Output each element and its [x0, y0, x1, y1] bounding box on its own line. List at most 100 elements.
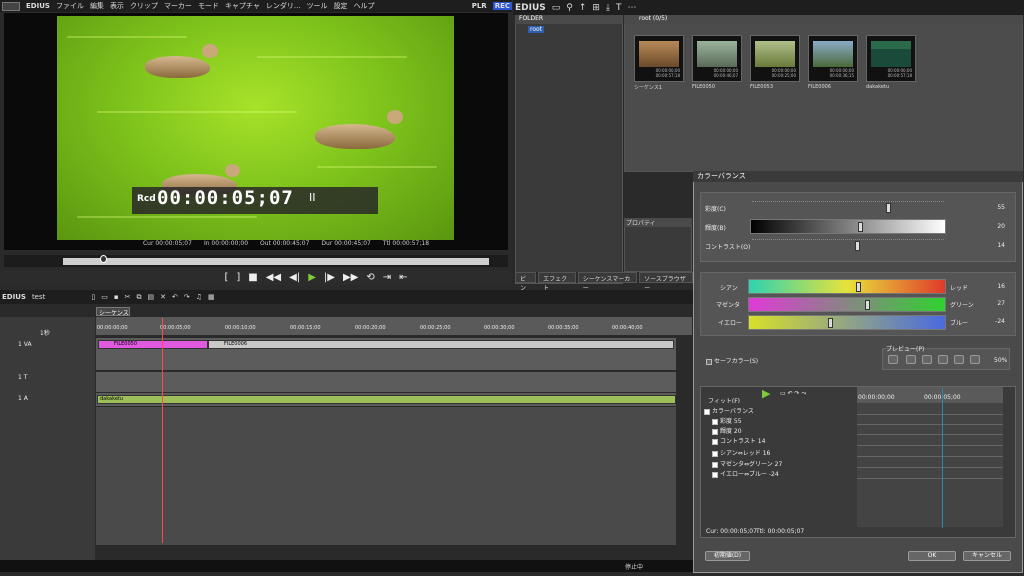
fast-forward-icon[interactable]: ▶▶	[343, 272, 358, 283]
clip-thumbnail[interactable]: 00:00:00;00 00:00:57;18	[866, 35, 916, 82]
magenta-green-slider[interactable]	[748, 297, 946, 312]
loop-icon[interactable]: ⟲	[366, 272, 374, 283]
tab-source-browser[interactable]: ソースブラウザー	[639, 272, 694, 292]
preview-mode-button[interactable]	[922, 355, 932, 364]
folder-root[interactable]: root	[528, 26, 545, 33]
position-slider-knob[interactable]	[100, 255, 107, 263]
clip-thumbnail[interactable]: 00:00:00;00 00:00:46;07	[692, 35, 742, 82]
title-icon[interactable]: T	[616, 3, 622, 13]
clip-thumbnail[interactable]: 00:00:00;00 00:00:36;15	[808, 35, 858, 82]
position-slider[interactable]	[63, 258, 489, 265]
menu-settings[interactable]: 設定	[334, 1, 348, 11]
stop-icon[interactable]: ■	[248, 272, 257, 283]
yellow-blue-knob[interactable]	[828, 318, 833, 328]
search-icon[interactable]: ⚲	[566, 3, 573, 13]
keyframe-play-icon[interactable]: ▶	[762, 387, 770, 400]
playhead[interactable]	[162, 318, 163, 543]
contrast-value[interactable]: 14	[991, 242, 1005, 249]
new-folder-icon[interactable]: ⊞	[592, 3, 600, 13]
menu-tools[interactable]: ツール	[307, 1, 328, 11]
up-icon[interactable]: ↑	[579, 3, 587, 13]
tree-row[interactable]: コントラスト 14	[712, 436, 765, 445]
tree-row[interactable]: マゼンタ⇔グリーン 27	[712, 459, 782, 468]
tab-sequence-markers[interactable]: シーケンスマーカー	[577, 272, 638, 292]
bin-more-icon[interactable]: ⋯	[627, 3, 636, 13]
import-icon[interactable]: ⤓	[606, 3, 610, 13]
yellow-blue-value[interactable]: -24	[991, 318, 1005, 325]
cyan-red-slider[interactable]	[748, 279, 946, 294]
brightness-knob[interactable]	[858, 222, 863, 232]
saturation-value[interactable]: 55	[991, 204, 1005, 211]
preview-mode-button[interactable]	[906, 355, 916, 364]
render-icon[interactable]: ▦	[208, 293, 215, 301]
cut-icon[interactable]: ✂	[125, 293, 131, 301]
menu-view[interactable]: 表示	[110, 1, 124, 11]
tree-row[interactable]: イエロー⇔ブルー -24	[712, 469, 779, 478]
magenta-green-value[interactable]: 27	[991, 300, 1005, 307]
track-label-va[interactable]: 1 VA	[18, 341, 32, 348]
preview-mode-button[interactable]	[970, 355, 980, 364]
reset-button[interactable]: 初期値(D)	[705, 551, 750, 561]
step-back-icon[interactable]: ◀|	[289, 272, 300, 283]
tree-row[interactable]: シアン⇔レッド 16	[712, 448, 770, 457]
keyframe-grid[interactable]	[857, 403, 1003, 527]
copy-icon[interactable]: ⧉	[137, 293, 142, 302]
menu-file[interactable]: ファイル	[56, 1, 84, 11]
mic-icon[interactable]: ♫	[196, 293, 202, 301]
overwrite-icon[interactable]: ⇤	[399, 272, 407, 283]
audio-clip-dakaketu[interactable]: dakaketu	[97, 395, 676, 404]
keyframe-cursor[interactable]	[942, 388, 943, 528]
menu-marker[interactable]: マーカー	[164, 1, 192, 11]
preview-mode-button[interactable]	[954, 355, 964, 364]
clip-thumbnail[interactable]: 00:00:00;00 00:00:25;00	[750, 35, 800, 82]
ok-button[interactable]: OK	[908, 551, 956, 561]
preview-mode-button[interactable]	[938, 355, 948, 364]
rewind-icon[interactable]: ◀◀	[266, 272, 281, 283]
menu-capture[interactable]: キャプチャ	[225, 1, 260, 11]
cyan-red-knob[interactable]	[856, 282, 861, 292]
tree-row[interactable]: 輝度 20	[712, 426, 742, 435]
brightness-value[interactable]: 20	[991, 223, 1005, 230]
menu-render[interactable]: レンダリ...	[266, 1, 301, 11]
track-label-t[interactable]: 1 T	[18, 374, 27, 381]
set-in-icon[interactable]: [	[224, 272, 228, 283]
paste-icon[interactable]: ▤	[148, 293, 155, 301]
timeline-empty-area[interactable]	[96, 407, 676, 545]
keyframe-nav-icon[interactable]: ▭ ↶ ↷ ⤳	[780, 390, 806, 398]
redo-icon[interactable]: ↷	[184, 293, 190, 301]
yellow-blue-slider[interactable]	[748, 315, 946, 330]
set-out-icon[interactable]: ]	[236, 272, 240, 283]
insert-icon[interactable]: ⇥	[383, 272, 391, 283]
plr-toggle[interactable]: PLR	[472, 2, 487, 10]
cyan-red-value[interactable]: 16	[991, 283, 1005, 290]
magenta-green-knob[interactable]	[865, 300, 870, 310]
new-icon[interactable]: ▯	[91, 293, 95, 301]
menu-help[interactable]: ヘルプ	[354, 1, 375, 11]
preview-mode-button[interactable]	[888, 355, 898, 364]
undo-icon[interactable]: ↶	[172, 293, 178, 301]
save-icon[interactable]: ▪	[114, 293, 119, 301]
track-label-a[interactable]: 1 A	[18, 395, 28, 402]
menu-clip[interactable]: クリップ	[130, 1, 158, 11]
clip-file0050[interactable]: FILE0050	[98, 340, 208, 349]
folder-icon[interactable]: ▭	[552, 3, 561, 13]
tree-row[interactable]: 彩度 55	[712, 416, 742, 425]
step-forward-icon[interactable]: |▶	[324, 272, 335, 283]
sequence-tab[interactable]: シーケンス1	[96, 307, 130, 324]
tab-bin[interactable]: ビン	[515, 272, 537, 292]
zoom-label[interactable]: 1秒	[40, 328, 50, 337]
brightness-slider[interactable]	[750, 219, 946, 234]
clip-thumbnail[interactable]: 00:00:00;00 00:00:57;18	[634, 35, 684, 82]
menu-edit[interactable]: 編集	[90, 1, 104, 11]
delete-icon[interactable]: ✕	[160, 293, 166, 301]
cancel-button[interactable]: キャンセル	[963, 551, 1011, 561]
rec-toggle[interactable]: REC	[492, 2, 512, 10]
clip-file0006[interactable]: FILE0006	[208, 340, 674, 349]
menu-mode[interactable]: モード	[198, 1, 219, 11]
contrast-knob[interactable]	[855, 241, 860, 251]
play-icon[interactable]: ▶	[308, 272, 316, 283]
open-icon[interactable]: ▭	[101, 293, 108, 301]
safe-color-checkbox[interactable]: セーフカラー(S)	[706, 356, 758, 365]
saturation-knob[interactable]	[886, 203, 891, 213]
track-t[interactable]	[96, 372, 676, 392]
